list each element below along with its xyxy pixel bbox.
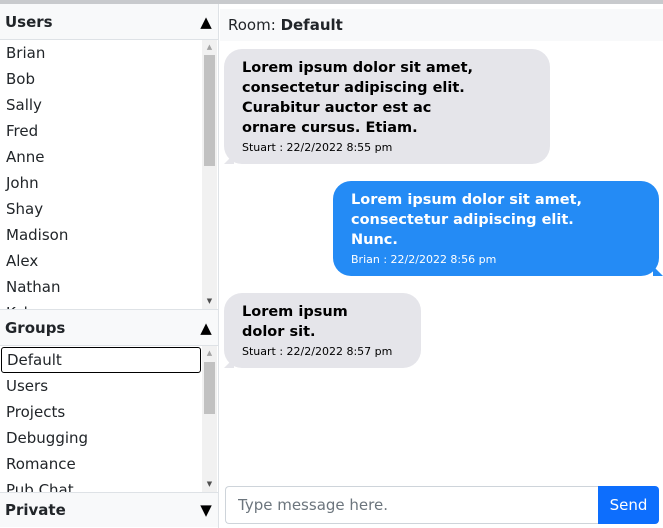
- scroll-down-arrow-icon[interactable]: ▼: [202, 477, 217, 492]
- scroll-down-arrow-icon[interactable]: ▼: [202, 294, 217, 309]
- message-input[interactable]: [225, 486, 598, 524]
- group-item[interactable]: Pub Chat: [0, 477, 202, 492]
- user-item[interactable]: Brian: [0, 40, 202, 66]
- message-meta: Brian : 22/2/2022 8:56 pm: [351, 253, 497, 266]
- sidebar: Users ▲ Brian Bob Sally Fred Anne John S…: [0, 4, 219, 528]
- user-item[interactable]: Anne: [0, 144, 202, 170]
- private-section-header[interactable]: Private ▼: [0, 493, 218, 527]
- users-scrollbar[interactable]: ▲ ▼: [202, 40, 217, 309]
- chat-panel: Room: Default Lorem ipsum dolor sit amet…: [220, 4, 663, 528]
- scroll-up-arrow-icon[interactable]: ▲: [202, 346, 217, 361]
- users-scrollbar-thumb[interactable]: [204, 55, 215, 166]
- user-item[interactable]: Fred: [0, 118, 202, 144]
- user-item[interactable]: Bob: [0, 66, 202, 92]
- send-button[interactable]: Send: [598, 486, 659, 524]
- user-item[interactable]: Madison: [0, 222, 202, 248]
- users-section-header[interactable]: Users ▲: [0, 4, 218, 40]
- groups-section-title: Groups: [5, 318, 66, 337]
- room-label: Room:: [228, 16, 276, 34]
- message-composer: Send: [225, 486, 659, 524]
- collapse-triangle-up-icon[interactable]: ▲: [199, 13, 213, 31]
- scroll-up-arrow-icon[interactable]: ▲: [202, 40, 217, 55]
- user-item[interactable]: John: [0, 170, 202, 196]
- message-meta: Stuart : 22/2/2022 8:55 pm: [242, 141, 393, 154]
- user-item[interactable]: Kyle: [0, 300, 202, 309]
- message-text: Lorem ipsum dolor sit amet, consectetur …: [242, 60, 474, 136]
- user-item[interactable]: Alex: [0, 248, 202, 274]
- group-item[interactable]: Romance: [0, 451, 202, 477]
- users-section-title: Users: [5, 12, 53, 31]
- private-section-title: Private: [5, 501, 66, 519]
- user-item[interactable]: Shay: [0, 196, 202, 222]
- users-list[interactable]: Brian Bob Sally Fred Anne John Shay Madi…: [0, 40, 218, 310]
- expand-triangle-down-icon[interactable]: ▼: [199, 501, 213, 519]
- user-item[interactable]: Nathan: [0, 274, 202, 300]
- room-header: Room: Default: [220, 9, 663, 41]
- group-item-selected[interactable]: Default: [1, 347, 201, 373]
- message-text: Lorem ipsum dolor sit amet, consectetur …: [351, 192, 583, 248]
- user-item[interactable]: Sally: [0, 92, 202, 118]
- groups-section-header[interactable]: Groups ▲: [0, 310, 218, 346]
- group-item[interactable]: Users: [0, 373, 202, 399]
- message-bubble-incoming: Lorem ipsum dolor sit amet, consectetur …: [224, 49, 550, 164]
- groups-scrollbar-thumb[interactable]: [204, 362, 215, 414]
- groups-list[interactable]: Default Users Projects Debugging Romance…: [0, 346, 218, 493]
- message-text: Lorem ipsum dolor sit.: [242, 304, 348, 340]
- group-item[interactable]: Debugging: [0, 425, 202, 451]
- message-meta: Stuart : 22/2/2022 8:57 pm: [242, 345, 393, 358]
- message-bubble-incoming: Lorem ipsum dolor sit. Stuart : 22/2/202…: [224, 293, 421, 368]
- groups-scrollbar[interactable]: ▲ ▼: [202, 346, 217, 492]
- collapse-triangle-up-icon[interactable]: ▲: [199, 319, 213, 337]
- room-name: Default: [280, 16, 343, 34]
- group-item[interactable]: Projects: [0, 399, 202, 425]
- message-bubble-outgoing: Lorem ipsum dolor sit amet, consectetur …: [333, 181, 659, 276]
